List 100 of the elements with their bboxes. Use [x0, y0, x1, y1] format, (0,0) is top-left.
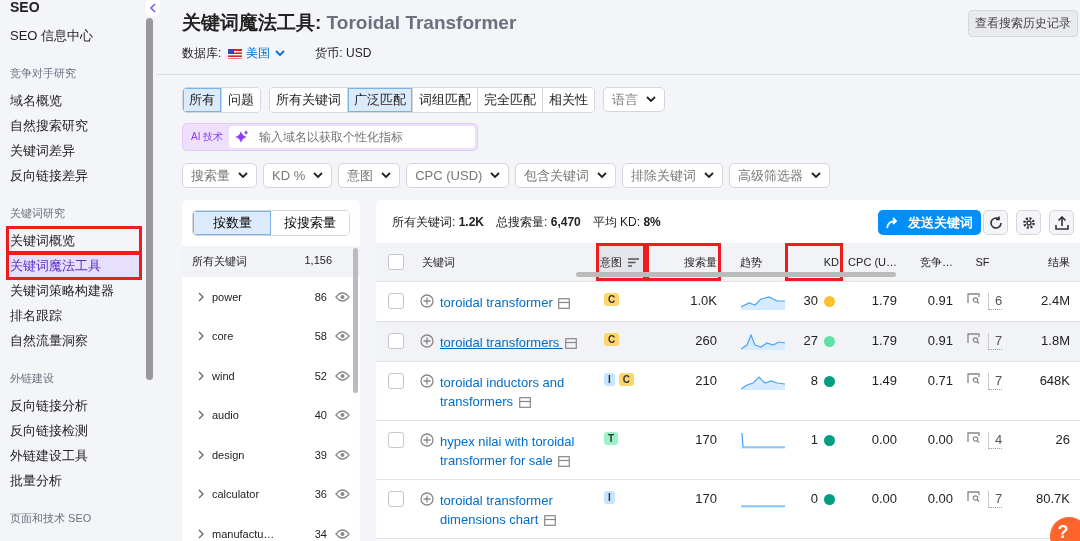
eye-icon[interactable]	[335, 410, 350, 421]
collapse-icon[interactable]	[146, 0, 160, 16]
language-dropdown[interactable]: 语言	[603, 87, 665, 112]
add-icon[interactable]	[420, 492, 434, 506]
serp-icon[interactable]	[518, 397, 531, 409]
chevron-icon[interactable]	[198, 449, 204, 460]
group-label[interactable]: power	[212, 290, 307, 303]
column-header[interactable]: 搜索量	[646, 243, 721, 281]
add-icon[interactable]	[420, 294, 434, 308]
serp-features-count[interactable]: 7	[987, 333, 1003, 350]
column-header[interactable]: CPC (U…	[843, 243, 901, 281]
chevron-down-icon[interactable]	[313, 172, 324, 179]
serp-preview-icon[interactable]	[966, 491, 980, 502]
add-icon[interactable]	[420, 334, 434, 348]
serp-icon[interactable]	[558, 298, 571, 310]
group-label[interactable]: design	[212, 448, 307, 461]
chevron-icon[interactable]	[198, 410, 204, 421]
add-icon[interactable]	[420, 374, 434, 388]
keyword-link[interactable]: toroidal transformer dimensions chart	[440, 491, 596, 529]
chevron-down-icon[interactable]	[704, 172, 715, 179]
sidebar-item[interactable]: 反向链接检测	[8, 418, 140, 443]
filter-tab[interactable]: 广泛匹配	[347, 88, 412, 112]
scrollbar[interactable]	[146, 18, 153, 380]
serp-preview-icon[interactable]	[966, 293, 980, 304]
keyword-link[interactable]: hypex nilai with toroidal transformer for sale	[440, 432, 596, 470]
checkbox[interactable]	[388, 254, 404, 270]
eye-icon[interactable]	[335, 291, 350, 302]
serp-preview-icon[interactable]	[966, 333, 980, 344]
chevron-down-icon[interactable]	[381, 172, 392, 179]
database-dropdown[interactable]: 美国	[246, 45, 286, 62]
sidebar-item[interactable]: 自然搜索研究	[8, 113, 140, 138]
filter-dropdown[interactable]: KD %	[263, 163, 333, 188]
filter-dropdown[interactable]: 意图	[338, 163, 401, 188]
history-button[interactable]: 查看搜索历史记录	[968, 10, 1078, 37]
chevron-down-icon[interactable]	[238, 172, 248, 179]
serp-features-count[interactable]: 4	[987, 432, 1003, 449]
checkbox[interactable]	[388, 293, 404, 309]
column-header[interactable]: 竞争…	[901, 243, 957, 281]
column-header[interactable]: 结果	[1012, 243, 1074, 281]
keyword-link[interactable]: toroidal transformer	[440, 293, 571, 312]
export-icon[interactable]	[1049, 210, 1074, 235]
chevron-down-icon[interactable]	[597, 172, 608, 179]
checkbox[interactable]	[388, 432, 404, 448]
serp-icon[interactable]	[558, 456, 571, 468]
filter-dropdown[interactable]: 包含关键词	[515, 163, 617, 188]
scrollbar[interactable]	[576, 272, 896, 277]
sidebar-item[interactable]: 自然流量洞察	[8, 328, 140, 353]
column-header[interactable]: 关键词	[416, 243, 596, 281]
sort-icon[interactable]	[627, 257, 639, 267]
checkbox[interactable]	[388, 373, 404, 389]
filter-dropdown[interactable]: 搜索量	[182, 163, 257, 188]
column-header[interactable]: KD	[785, 243, 843, 281]
group-label[interactable]: wind	[212, 369, 307, 382]
checkbox[interactable]	[388, 491, 404, 507]
eye-icon[interactable]	[335, 528, 350, 539]
chevron-icon[interactable]	[198, 370, 204, 381]
chevron-down-icon[interactable]	[646, 96, 656, 103]
serp-preview-icon[interactable]	[966, 432, 980, 443]
filter-tab[interactable]: 问题	[221, 88, 260, 112]
add-icon[interactable]	[420, 433, 434, 447]
sidebar-item[interactable]: 关键词概览	[8, 228, 140, 253]
group-label[interactable]: manufactu…	[212, 527, 307, 540]
sidebar-item[interactable]: 反向链接差异	[8, 163, 140, 188]
sidebar-item[interactable]: 批量分析	[8, 468, 140, 493]
serp-icon[interactable]	[543, 515, 556, 527]
checkbox[interactable]	[388, 333, 404, 349]
scrollbar[interactable]	[353, 248, 358, 393]
sidebar-item[interactable]: 外链建设工具	[8, 443, 140, 468]
column-header[interactable]: 趋势	[721, 243, 785, 281]
keyword-link[interactable]: toroidal transformers	[440, 333, 577, 352]
keyword-link[interactable]: toroidal inductors and transformers	[440, 373, 596, 411]
chevron-down-icon[interactable]	[490, 172, 501, 179]
group-label[interactable]: calculator	[212, 488, 307, 501]
sidebar-item[interactable]: 关键词差异	[8, 138, 140, 163]
chevron-icon[interactable]	[198, 331, 204, 342]
sidebar-item[interactable]: 关键词策略构建器	[8, 278, 140, 303]
serp-features-count[interactable]: 6	[987, 293, 1003, 310]
filter-tab[interactable]: 相关性	[542, 88, 594, 112]
eye-icon[interactable]	[335, 370, 350, 381]
sidebar-item[interactable]: 反向链接分析	[8, 393, 140, 418]
chevron-down-icon[interactable]	[811, 172, 822, 179]
column-header[interactable]: SF	[957, 243, 1012, 281]
chevron-icon[interactable]	[198, 291, 204, 302]
serp-features-count[interactable]: 7	[987, 373, 1003, 390]
sidebar-item[interactable]: SEO 信息中心	[8, 23, 140, 48]
serp-preview-icon[interactable]	[966, 373, 980, 384]
group-label[interactable]: core	[212, 330, 307, 343]
chevron-icon[interactable]	[198, 489, 204, 500]
serp-features-count[interactable]: 7	[987, 491, 1003, 508]
refresh-icon[interactable]	[983, 210, 1008, 235]
eye-icon[interactable]	[335, 489, 350, 500]
domain-field[interactable]: 输入域名以获取个性化指标	[229, 126, 475, 148]
sidebar-item[interactable]: 排名跟踪	[8, 303, 140, 328]
filter-tab[interactable]: 所有	[183, 88, 221, 112]
eye-icon[interactable]	[335, 331, 350, 342]
serp-icon[interactable]	[564, 338, 577, 350]
chevron-icon[interactable]	[198, 528, 204, 539]
filter-dropdown[interactable]: 排除关键词	[622, 163, 724, 188]
sidebar-item[interactable]: 关键词魔法工具	[8, 253, 140, 278]
group-label[interactable]: audio	[212, 409, 307, 422]
